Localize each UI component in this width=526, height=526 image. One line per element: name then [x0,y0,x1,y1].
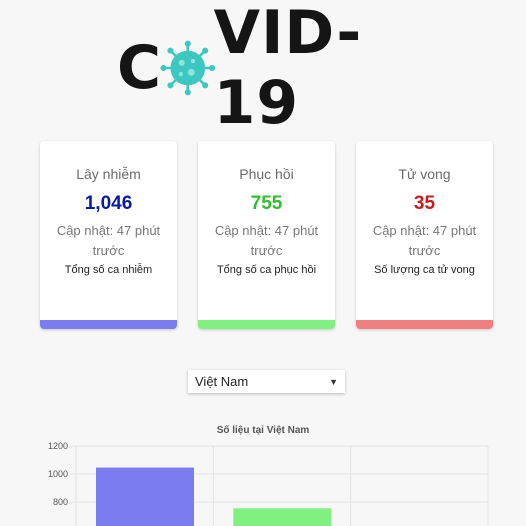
card-title: Lây nhiễm [76,166,141,182]
logo-text-c: C [117,33,163,103]
card-updated: Cập nhật: 47 phút trước [56,223,161,258]
country-select-value: Việt Nam [195,374,249,389]
bar [233,508,332,526]
card-value: 1,046 [84,193,133,214]
country-select[interactable]: Việt Nam ▼ [188,370,345,393]
covid-19-logo: C VID-19 [117,0,417,138]
virus-icon [160,40,216,96]
card-title: Tử vong [398,166,451,182]
bar [96,467,194,526]
infected-card: Lây nhiễm 1,046 Cập nhật: 47 phút trước … [40,141,177,329]
card-color-bar [198,320,335,329]
y-tick-label: 1200 [48,441,68,451]
card-color-bar [40,320,177,329]
y-tick-label: 800 [53,497,68,507]
card-updated: Cập nhật: 47 phút trước [214,223,319,258]
stats-cards: Lây nhiễm 1,046 Cập nhật: 47 phút trước … [40,141,494,329]
card-description: Tổng số ca nhiễm [64,264,153,276]
y-tick-label: 1000 [48,469,68,479]
logo-text-vid-19: VID-19 [213,0,363,138]
card-updated: Cập nhật: 47 phút trước [372,223,477,258]
card-color-bar [356,320,493,329]
card-title: Phục hồi [239,166,294,182]
chart-title: Số liệu tại Việt Nam [216,425,310,436]
chevron-down-icon: ▼ [329,376,338,387]
card-value: 35 [413,193,436,214]
card-value: 755 [250,193,283,214]
card-description: Số lượng ca tử vong [374,264,475,276]
deaths-card: Tử vong 35 Cập nhật: 47 phút trước Số lư… [356,141,493,329]
recovered-card: Phục hồi 755 Cập nhật: 47 phút trước Tổn… [198,141,335,329]
card-description: Tổng số ca phục hồi [216,264,317,276]
bar-chart: 800 1000 1200 [48,441,489,526]
